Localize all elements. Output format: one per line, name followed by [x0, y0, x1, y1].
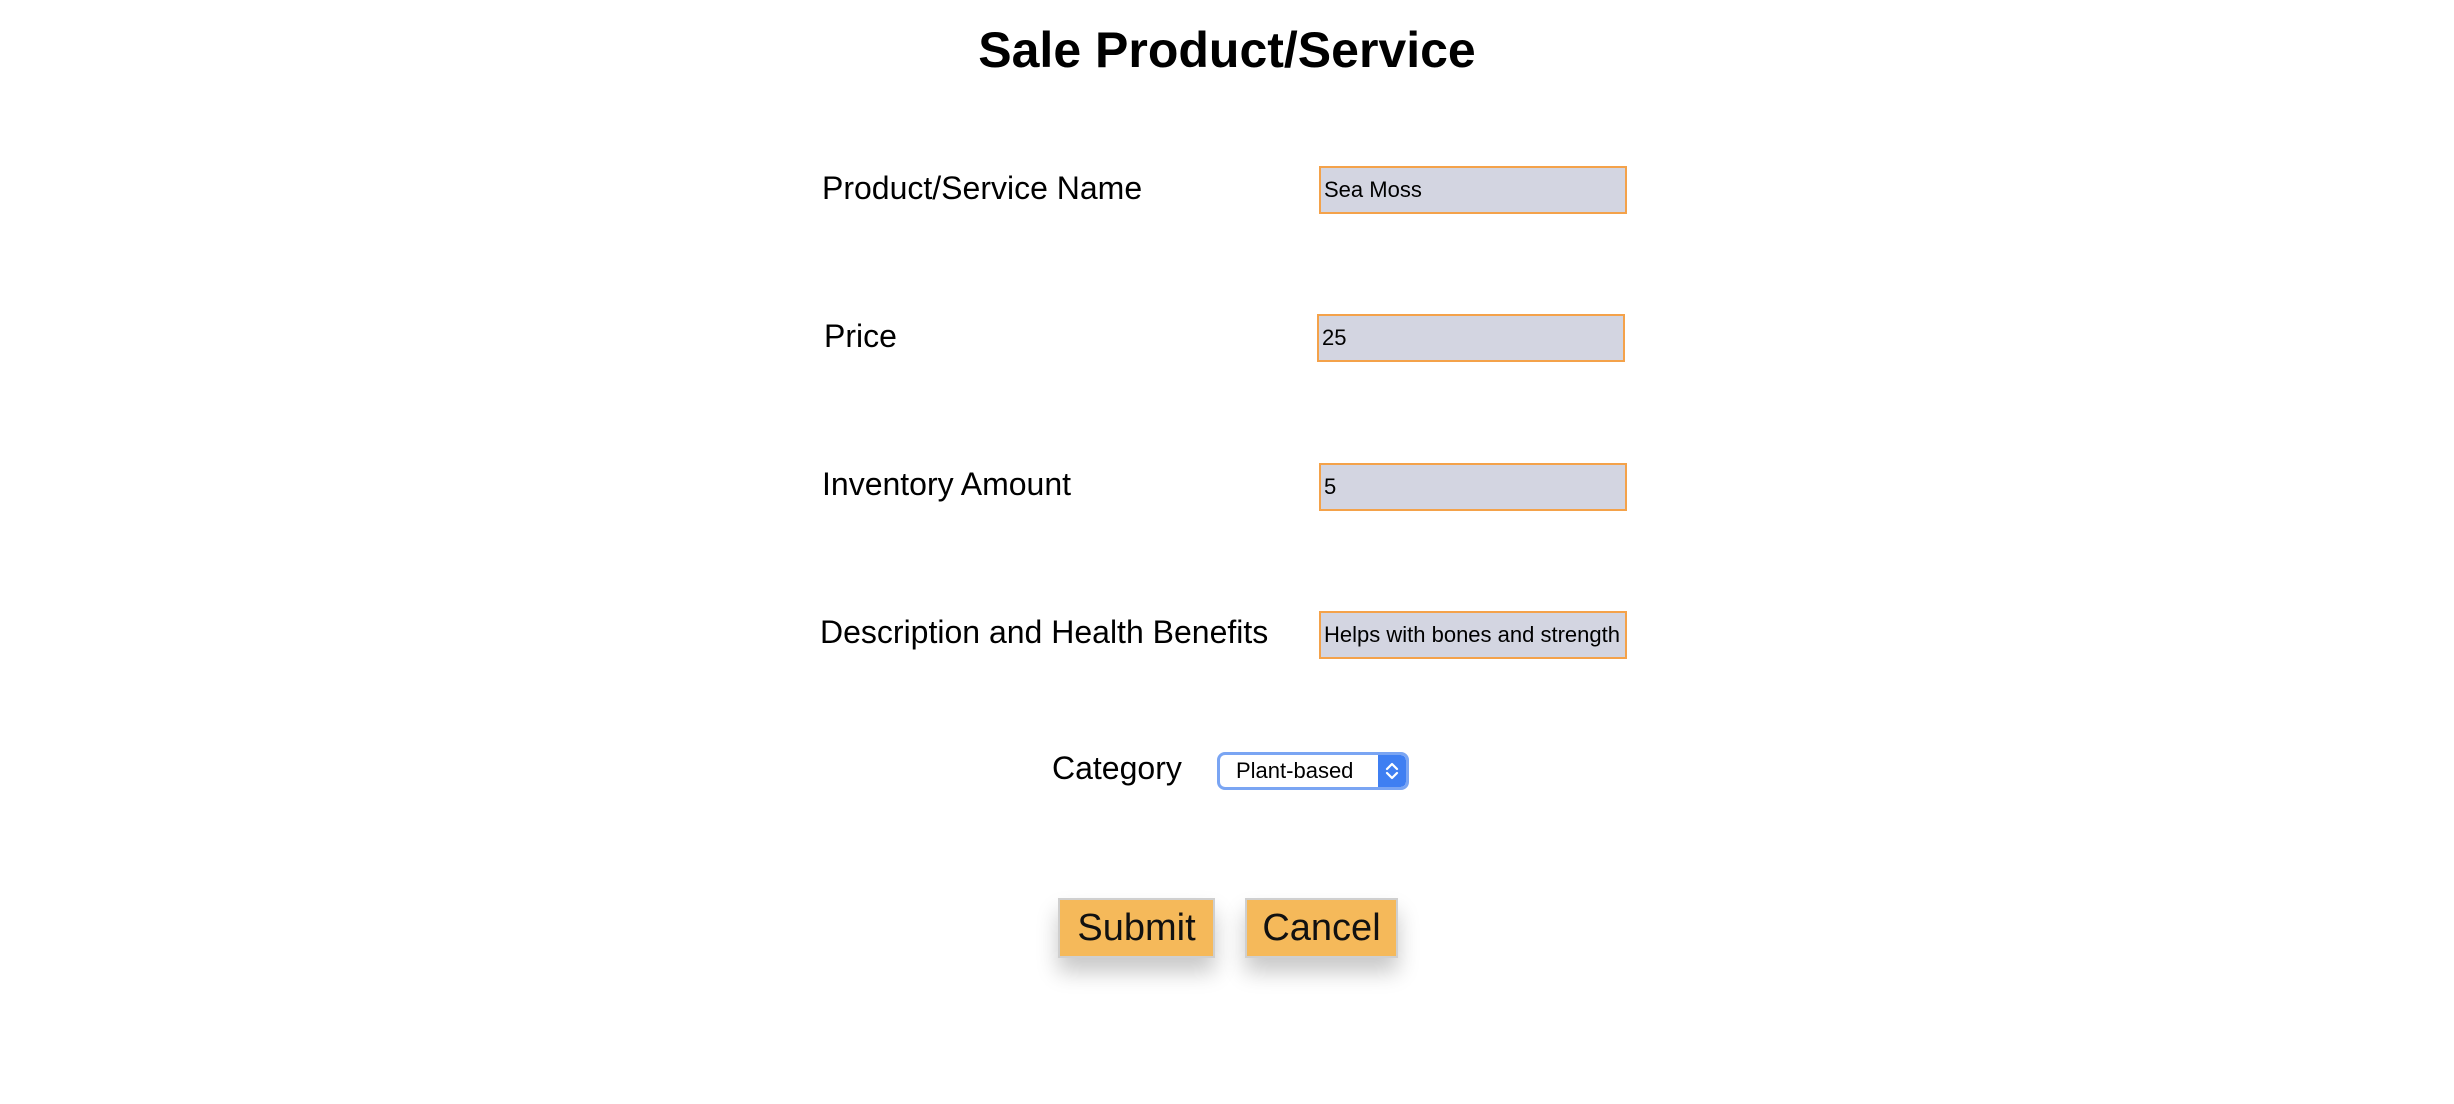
description-input[interactable] — [1319, 611, 1627, 659]
product-name-input[interactable] — [1319, 166, 1627, 214]
category-label: Category — [1052, 750, 1182, 786]
cancel-button[interactable]: Cancel — [1245, 898, 1398, 958]
price-label: Price — [824, 318, 897, 354]
inventory-amount-input[interactable] — [1319, 463, 1627, 511]
page-title: Sale Product/Service — [978, 22, 1476, 78]
category-selected-value: Plant-based — [1236, 758, 1354, 783]
price-input[interactable] — [1317, 314, 1625, 362]
submit-button[interactable]: Submit — [1058, 898, 1215, 958]
select-stepper-icon — [1378, 755, 1406, 787]
product-name-label: Product/Service Name — [822, 170, 1143, 206]
category-select[interactable]: Plant-based — [1217, 752, 1409, 790]
description-label: Description and Health Benefits — [820, 614, 1269, 650]
inventory-amount-label: Inventory Amount — [822, 466, 1072, 502]
